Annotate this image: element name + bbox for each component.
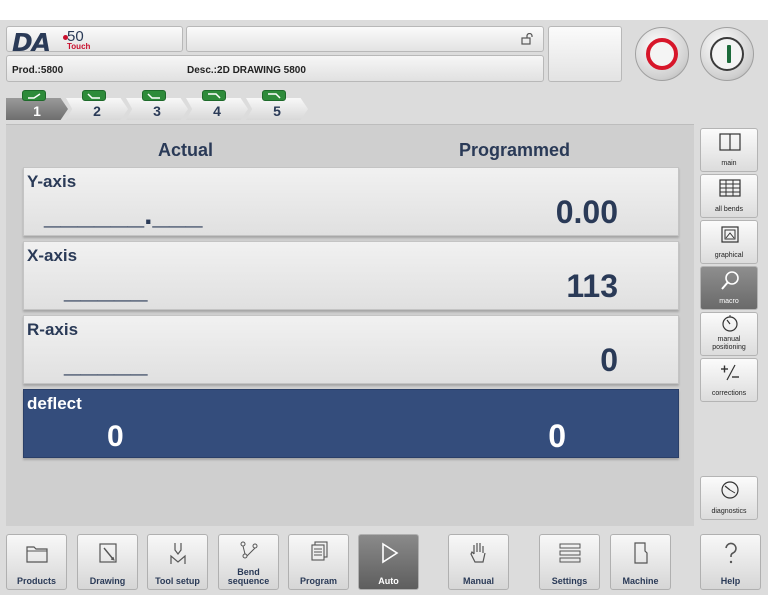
- axis-programmed-value[interactable]: 0: [548, 418, 566, 455]
- start-icon: [710, 37, 744, 71]
- bend-tab-4[interactable]: 4: [186, 98, 248, 120]
- axis-row-y[interactable]: Y-axis ______.___ 0.00: [23, 167, 679, 236]
- nav-tool-setup-button[interactable]: Tool setup: [147, 534, 208, 590]
- machine-icon: [634, 542, 648, 564]
- axis-programmed-value[interactable]: 0.00: [556, 194, 618, 231]
- nav-machine-button[interactable]: Machine: [610, 534, 671, 590]
- axis-actual-value: ______.___: [44, 198, 203, 231]
- bend-tab-2[interactable]: 2: [66, 98, 128, 120]
- play-icon: [382, 542, 399, 564]
- nav-auto-button[interactable]: Auto: [358, 534, 419, 590]
- bend-tab-3[interactable]: 3: [126, 98, 188, 120]
- bend-badge-2-icon: [82, 90, 106, 101]
- nav-help-button[interactable]: Help: [700, 534, 761, 590]
- diagnostics-icon: [721, 481, 739, 499]
- nav-program-button[interactable]: Program: [288, 534, 349, 590]
- sidebar-main-button[interactable]: main: [700, 128, 758, 172]
- program-icon: [311, 541, 328, 561]
- sidebar-manual-positioning-button[interactable]: manual positioning: [700, 312, 758, 356]
- axis-label: Y-axis: [27, 172, 77, 191]
- bend-badge-3-icon: [142, 90, 166, 101]
- nav-products-button[interactable]: Products: [6, 534, 67, 590]
- sidebar-corrections-button[interactable]: corrections: [700, 358, 758, 402]
- logo-sub: Touch: [67, 42, 91, 51]
- axis-row-deflect[interactable]: deflect 0 0: [23, 389, 679, 458]
- axis-panel: Actual Programmed Y-axis ______.___ 0.00…: [6, 124, 694, 526]
- screen: DA 50 Touch Prod.:5800 Desc.:2D DRAWING …: [0, 20, 768, 595]
- status-box: [548, 26, 622, 82]
- bend-tab-1[interactable]: 1: [6, 98, 68, 120]
- bend-tabs: 1 2 3 4 5: [6, 90, 326, 123]
- corrections-icon: [721, 364, 739, 381]
- bend-sequence-icon: [240, 541, 258, 559]
- product-description: Desc.:2D DRAWING 5800: [187, 65, 306, 76]
- manual-positioning-icon: [722, 315, 738, 332]
- settings-list-icon: [559, 543, 581, 563]
- sidebar-all-bends-button[interactable]: all bends: [700, 174, 758, 218]
- all-bends-icon: [719, 179, 741, 197]
- nav-settings-button[interactable]: Settings: [539, 534, 600, 590]
- logo: DA 50 Touch: [6, 26, 183, 57]
- nav-manual-button[interactable]: Manual: [448, 534, 509, 590]
- folder-icon: [26, 546, 48, 563]
- nav-bend-sequence-button[interactable]: Bend sequence: [218, 534, 279, 590]
- axis-programmed-value[interactable]: 113: [566, 268, 618, 305]
- sidebar-diagnostics-button[interactable]: diagnostics: [700, 476, 758, 520]
- help-icon: [725, 542, 737, 564]
- sidebar-macro-button[interactable]: macro: [700, 266, 758, 310]
- axis-programmed-value[interactable]: 0: [600, 342, 618, 379]
- axis-label: X-axis: [27, 246, 78, 265]
- tool-setup-icon: [170, 543, 186, 564]
- magnifier-icon: [721, 271, 739, 290]
- axis-actual-value: _____: [64, 346, 148, 379]
- bend-tab-5[interactable]: 5: [246, 98, 308, 120]
- axis-actual-value: _____: [64, 272, 148, 305]
- axis-row-r[interactable]: R-axis _____ 0: [23, 315, 679, 384]
- sidebar-graphical-button[interactable]: graphical: [700, 220, 758, 264]
- unlock-icon[interactable]: [521, 33, 533, 45]
- product-number: Prod.:5800: [12, 65, 64, 76]
- column-header-actual: Actual: [158, 140, 214, 160]
- bend-badge-1-icon: [22, 90, 46, 101]
- logo-brand: DA: [12, 28, 51, 57]
- graphical-icon: [721, 226, 739, 243]
- axis-actual-value: 0: [107, 420, 124, 453]
- axis-label: R-axis: [27, 320, 79, 339]
- stop-button[interactable]: [635, 27, 689, 81]
- bend-badge-5-icon: [262, 90, 286, 101]
- bend-badge-4-icon: [202, 90, 226, 101]
- axis-row-x[interactable]: X-axis _____ 113: [23, 241, 679, 310]
- column-header-programmed: Programmed: [459, 140, 571, 160]
- start-button[interactable]: [700, 27, 754, 81]
- nav-drawing-button[interactable]: Drawing: [77, 534, 138, 590]
- product-info: Prod.:5800 Desc.:2D DRAWING 5800: [6, 55, 544, 82]
- stop-icon: [646, 38, 678, 70]
- axis-label: deflect: [27, 394, 82, 413]
- main-view-icon: [719, 133, 741, 151]
- title-bar: [186, 26, 544, 52]
- drawing-icon: [99, 543, 117, 563]
- hand-icon: [470, 543, 486, 563]
